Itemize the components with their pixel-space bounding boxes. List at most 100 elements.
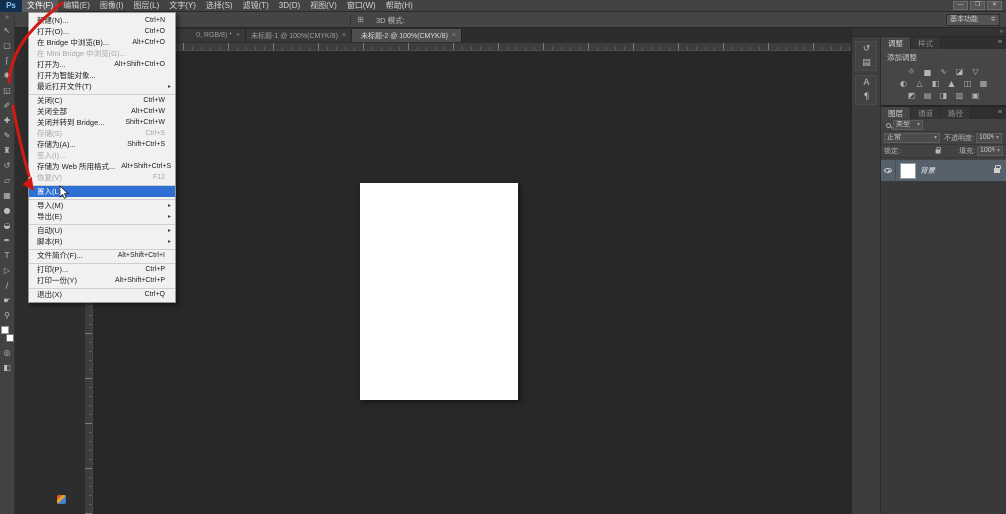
color-lookup-icon[interactable]: ▦ — [977, 78, 990, 89]
blend-mode-dropdown[interactable]: 正常 ▾ — [884, 133, 940, 143]
mini-bridge-icon[interactable] — [57, 495, 66, 504]
menu-edit[interactable]: 编辑(E) — [58, 0, 95, 12]
pen-tool[interactable]: ✒ — [0, 233, 15, 248]
menu-item-open-as[interactable]: 打开为... Alt+Shift+Ctrl+O — [29, 59, 175, 70]
dodge-tool[interactable]: ◒ — [0, 218, 15, 233]
path-selection-tool[interactable]: ▷ — [0, 263, 15, 278]
paragraph-panel-icon[interactable]: ¶ — [856, 90, 877, 104]
background-color-swatch[interactable] — [6, 334, 14, 342]
collapse-tools-icon[interactable]: » — [5, 13, 9, 23]
black-white-icon[interactable]: ◧ — [929, 78, 942, 89]
menu-item-close-all[interactable]: 关闭全部 Alt+Ctrl+W — [29, 106, 175, 117]
menu-select[interactable]: 选择(S) — [201, 0, 238, 12]
menu-item-browse-in-mini-bridge[interactable]: 在 Mini Bridge 中浏览(G)... — [29, 48, 175, 59]
menu-file[interactable]: 文件(F) — [22, 0, 58, 12]
close-button[interactable]: ✕ — [987, 1, 1002, 10]
panel-menu-icon[interactable]: ≡ — [998, 37, 1006, 49]
color-swatches[interactable] — [1, 326, 14, 342]
properties-panel-icon[interactable]: ▤ — [856, 56, 877, 70]
layer-row-background[interactable]: 背景 — [881, 160, 1006, 181]
tab-adjustments[interactable]: 调整 — [881, 37, 911, 49]
tab-styles[interactable]: 样式 — [911, 37, 941, 49]
collapse-panels-icon[interactable]: » — [1000, 29, 1003, 35]
menu-item-open[interactable]: 打开(O)... Ctrl+O — [29, 26, 175, 37]
menu-item-export[interactable]: 导出(E) ▸ — [29, 211, 175, 222]
photo-filter-icon[interactable]: ▲ — [945, 78, 958, 89]
menu-window[interactable]: 窗口(W) — [342, 0, 381, 12]
gradient-map-icon[interactable]: ▥ — [953, 90, 966, 101]
color-balance-icon[interactable]: △ — [913, 78, 926, 89]
menu-item-open-as-smart-object[interactable]: 打开为智能对象... — [29, 70, 175, 81]
blur-tool[interactable]: ● — [0, 203, 15, 218]
foreground-color-swatch[interactable] — [1, 326, 9, 334]
filter-kind-dropdown[interactable]: 类型 ▾ — [893, 120, 923, 130]
tab-document-2[interactable]: 未标题-1 @ 100%(CMYK/8) × — [246, 29, 352, 42]
menu-item-print[interactable]: 打印(P)... Ctrl+P — [29, 264, 175, 275]
tab-layers[interactable]: 图层 — [881, 107, 911, 119]
opacity-field[interactable]: 100% ▾ — [976, 133, 1002, 143]
horizontal-ruler[interactable] — [93, 43, 851, 51]
posterize-icon[interactable]: ▤ — [921, 90, 934, 101]
menu-layer[interactable]: 图层(L) — [128, 0, 164, 12]
menu-3d[interactable]: 3D(D) — [274, 0, 305, 12]
brush-tool[interactable]: ✎ — [0, 128, 15, 143]
menu-item-close[interactable]: 关闭(C) Ctrl+W — [29, 95, 175, 106]
auto-align-icon[interactable]: ⊞ — [346, 13, 366, 27]
exposure-icon[interactable]: ◪ — [953, 66, 966, 77]
threshold-icon[interactable]: ◨ — [937, 90, 950, 101]
history-brush-tool[interactable]: ↺ — [0, 158, 15, 173]
lasso-tool[interactable]: ʃ — [0, 53, 15, 68]
character-panel-icon[interactable]: A — [856, 76, 877, 90]
restore-button[interactable]: ❐ — [970, 1, 985, 10]
panel-menu-icon[interactable]: ≡ — [998, 107, 1006, 119]
quick-mask-icon[interactable]: ◎ — [0, 345, 15, 360]
tab-document-3[interactable]: 未标题-2 @ 100%(CMYK/8) × — [352, 29, 462, 42]
tab-close-icon[interactable]: × — [236, 32, 240, 39]
menu-item-scripts[interactable]: 脚本(R) ▸ — [29, 236, 175, 247]
hand-tool[interactable]: ☛ — [0, 293, 15, 308]
levels-icon[interactable]: ▅ — [921, 66, 934, 77]
menu-item-browse-in-bridge[interactable]: 在 Bridge 中浏览(B)... Alt+Ctrl+O — [29, 37, 175, 48]
marquee-tool[interactable]: ▢ — [0, 38, 15, 53]
menu-item-file-info[interactable]: 文件简介(F)... Alt+Shift+Ctrl+I — [29, 250, 175, 261]
history-panel-icon[interactable]: ↺ — [856, 42, 877, 56]
brightness-contrast-icon[interactable]: ☼ — [905, 66, 918, 77]
invert-icon[interactable]: ◩ — [905, 90, 918, 101]
crop-tool[interactable]: ◱ — [0, 83, 15, 98]
healing-brush-tool[interactable]: ✚ — [0, 113, 15, 128]
menu-item-save-as[interactable]: 存储为(A)... Shift+Ctrl+S — [29, 139, 175, 150]
menu-item-revert[interactable]: 恢复(V) F12 — [29, 172, 175, 183]
move-tool[interactable]: ↖ — [0, 23, 15, 38]
menu-item-open-recent[interactable]: 最近打开文件(T) ▸ — [29, 81, 175, 92]
minimize-button[interactable]: — — [953, 1, 968, 10]
lock-all-icon[interactable] — [936, 149, 941, 153]
zoom-tool[interactable]: ⚲ — [0, 308, 15, 323]
layer-thumbnail[interactable] — [900, 163, 916, 179]
menu-item-automate[interactable]: 自动(U) ▸ — [29, 225, 175, 236]
type-tool[interactable]: T — [0, 248, 15, 263]
layer-visibility-toggle[interactable] — [881, 160, 896, 181]
vibrance-icon[interactable]: ▽ — [969, 66, 982, 77]
eraser-tool[interactable]: ▱ — [0, 173, 15, 188]
workspace-switcher-button[interactable]: 基本功能 ≑ — [946, 14, 1000, 26]
line-tool[interactable]: ∕ — [0, 278, 15, 293]
tab-channels[interactable]: 通道 — [911, 107, 941, 119]
gradient-tool[interactable]: ▦ — [0, 188, 15, 203]
canvas[interactable] — [360, 183, 518, 400]
menu-item-exit[interactable]: 退出(X) Ctrl+Q — [29, 289, 175, 300]
menu-item-new[interactable]: 新建(N)... Ctrl+N — [29, 15, 175, 26]
menu-help[interactable]: 帮助(H) — [381, 0, 418, 12]
menu-item-save[interactable]: 存储(S) Ctrl+S — [29, 128, 175, 139]
menu-item-save-for-web[interactable]: 存储为 Web 所用格式... Alt+Shift+Ctrl+S — [29, 161, 175, 172]
menu-image[interactable]: 图像(I) — [95, 0, 129, 12]
eyedropper-tool[interactable]: ✐ — [0, 98, 15, 113]
fill-field[interactable]: 100% ▾ — [977, 146, 1003, 156]
curves-icon[interactable]: ∿ — [937, 66, 950, 77]
channel-mixer-icon[interactable]: ◫ — [961, 78, 974, 89]
tab-close-icon[interactable]: × — [342, 32, 346, 39]
menu-item-place[interactable]: 置入(L)... — [29, 186, 175, 197]
menu-item-check-in[interactable]: 签入(I)... — [29, 150, 175, 161]
tab-paths[interactable]: 路径 — [941, 107, 971, 119]
menu-filter[interactable]: 滤镜(T) — [238, 0, 274, 12]
menu-item-print-one-copy[interactable]: 打印一份(Y) Alt+Shift+Ctrl+P — [29, 275, 175, 286]
